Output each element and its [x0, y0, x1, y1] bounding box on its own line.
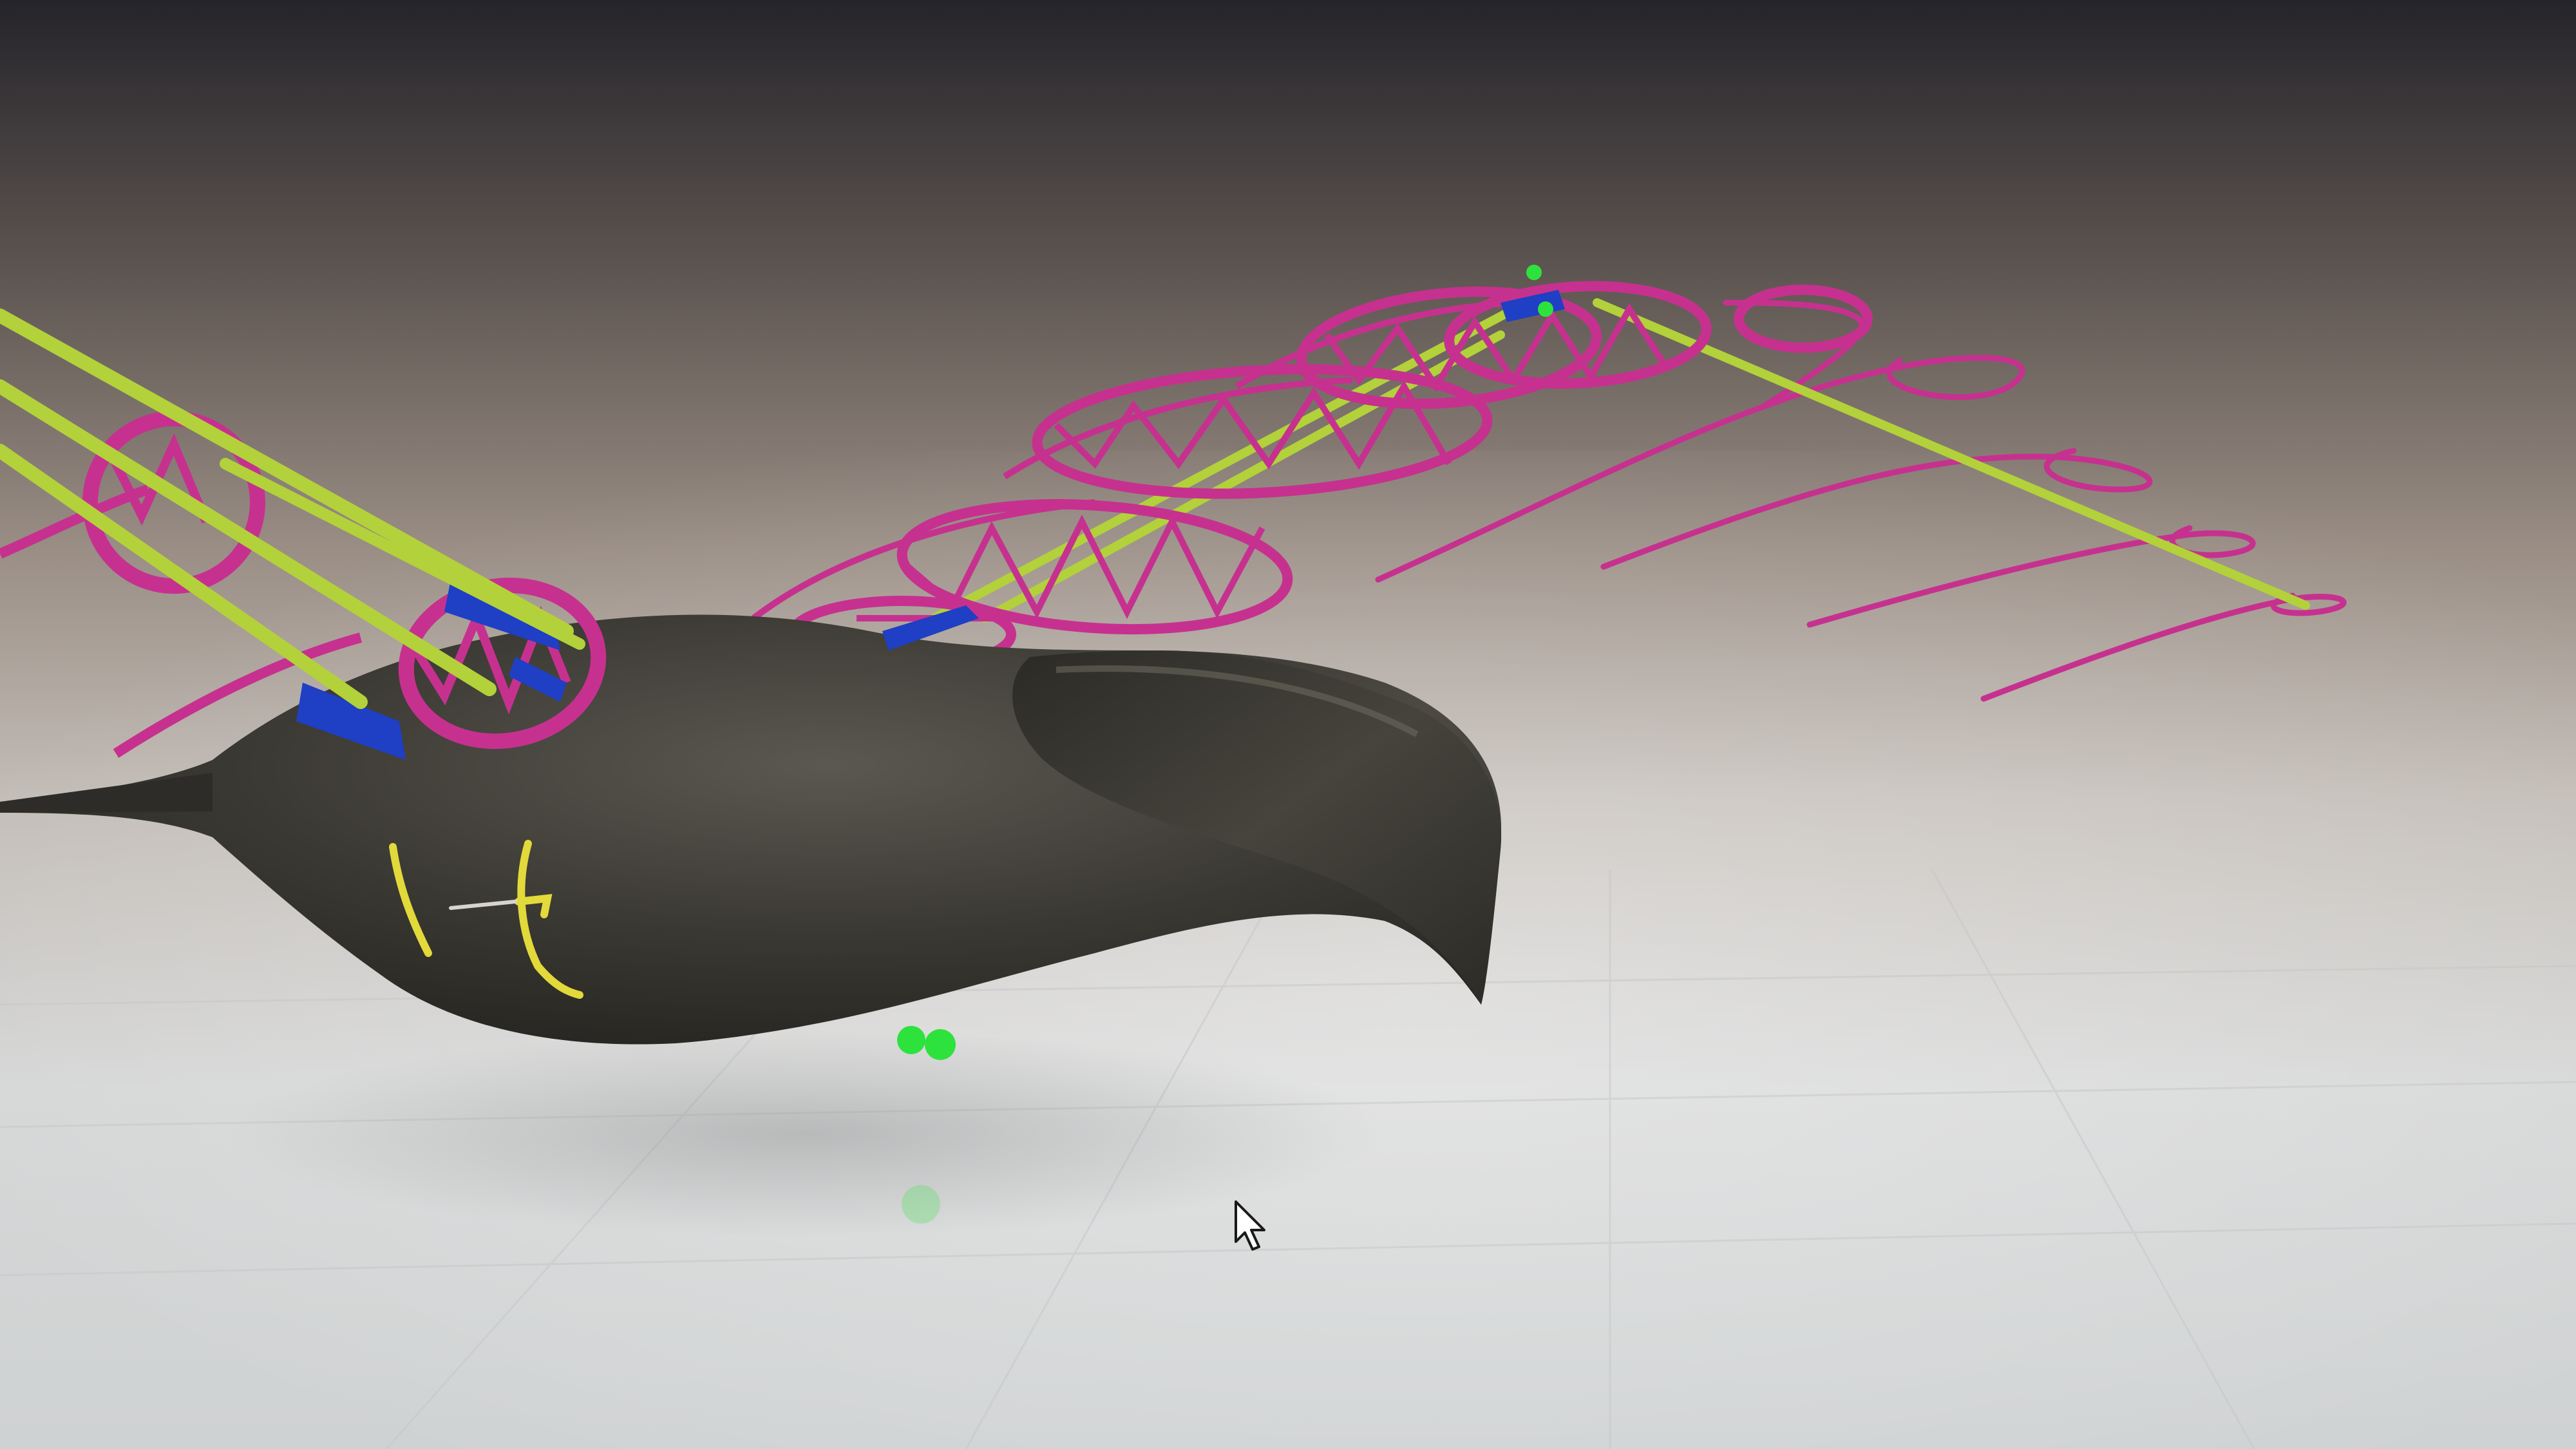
3d-viewport[interactable] — [0, 0, 2576, 1449]
scene-canvas[interactable] — [0, 0, 2576, 1449]
floor-shadow — [225, 1030, 1385, 1236]
